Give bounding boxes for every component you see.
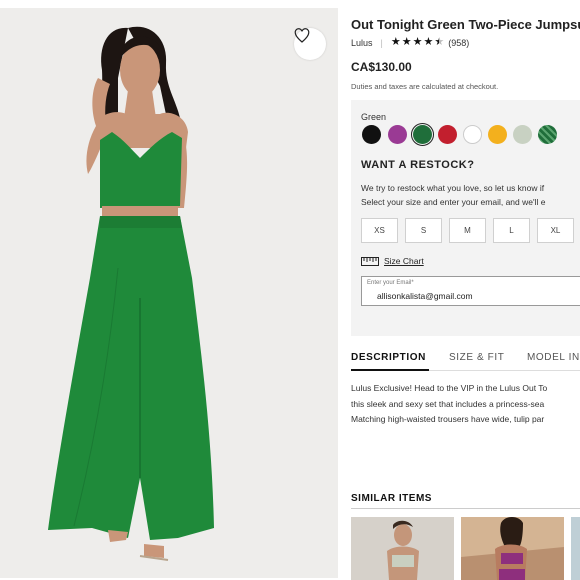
color-swatch-sage[interactable] [513,125,532,144]
size-button-m[interactable]: M [449,218,486,243]
restock-heading: WANT A RESTOCK? [361,159,475,171]
similar-item-thumbnail[interactable] [351,517,454,580]
divider: | [380,37,383,48]
price: CA$130.00 [351,60,412,74]
product-image[interactable] [0,8,338,578]
size-chart-link[interactable]: Size Chart [361,256,424,266]
similar-item-thumbnail[interactable] [571,517,580,580]
wishlist-button[interactable] [294,28,326,60]
color-label: Green [361,112,387,122]
size-button-s[interactable]: S [405,218,442,243]
size-chart-label: Size Chart [384,256,424,266]
description-line-2: this sleek and sexy set that includes a … [351,398,545,409]
active-tab-indicator [351,369,429,371]
color-swatch-purple[interactable] [388,125,407,144]
brand-rating-row: Lulus | ★ ★ ★ ★ ★ (958) [351,37,469,48]
restock-line-2: Select your size and enter your email, a… [361,197,546,207]
options-panel: Green WANT A RESTOCK? We try to restock … [351,100,580,336]
star-icon: ★ [423,36,434,48]
color-swatch-white[interactable] [463,125,482,144]
color-swatch-pattern-green[interactable] [538,125,557,144]
half-star-icon: ★ [434,36,445,48]
duties-note: Duties and taxes are calculated at check… [351,82,499,91]
star-rating[interactable]: ★ ★ ★ ★ ★ [391,37,444,48]
similar-items-heading: SIMILAR ITEMS [351,493,432,504]
star-icon: ★ [412,36,423,48]
email-field-value: allisonkalista@gmail.com [377,291,473,301]
tab-size-fit[interactable]: SIZE & FIT [449,352,504,363]
color-swatch-green[interactable] [411,123,434,146]
divider [351,508,580,509]
description-line-3: Matching high-waisted trousers have wide… [351,414,545,424]
email-field[interactable]: Enter your Email* allisonkalista@gmail.c… [361,276,580,306]
star-icon: ★ [401,36,412,48]
similar-item-thumbnail[interactable] [461,517,564,580]
restock-description: We try to restock what you love, so let … [361,181,545,209]
brand-link[interactable]: Lulus [351,38,373,48]
size-button-xs[interactable]: XS [361,218,398,243]
tab-description[interactable]: DESCRIPTION [351,352,426,363]
product-info-tabs: DESCRIPTION SIZE & FIT MODEL IN [351,352,580,371]
star-icon: ★ [390,36,401,48]
email-field-label: Enter your Email* [367,280,414,286]
product-description: Lulus Exclusive! Head to the VIP in the … [351,381,547,428]
tab-model-info[interactable]: MODEL IN [527,352,580,363]
heart-icon [294,28,310,43]
product-title: Out Tonight Green Two-Piece Jumpsuit [351,17,580,32]
description-line-1: Lulus Exclusive! Head to the VIP in the … [351,383,548,393]
ruler-icon [361,256,379,266]
color-swatch-red[interactable] [438,125,457,144]
color-swatch-black[interactable] [362,125,381,144]
review-count[interactable]: (958) [448,38,469,48]
size-button-l[interactable]: L [493,218,530,243]
color-swatch-mustard[interactable] [488,125,507,144]
restock-line-1: We try to restock what you love, so let … [361,183,545,193]
size-button-xl[interactable]: XL [537,218,574,243]
